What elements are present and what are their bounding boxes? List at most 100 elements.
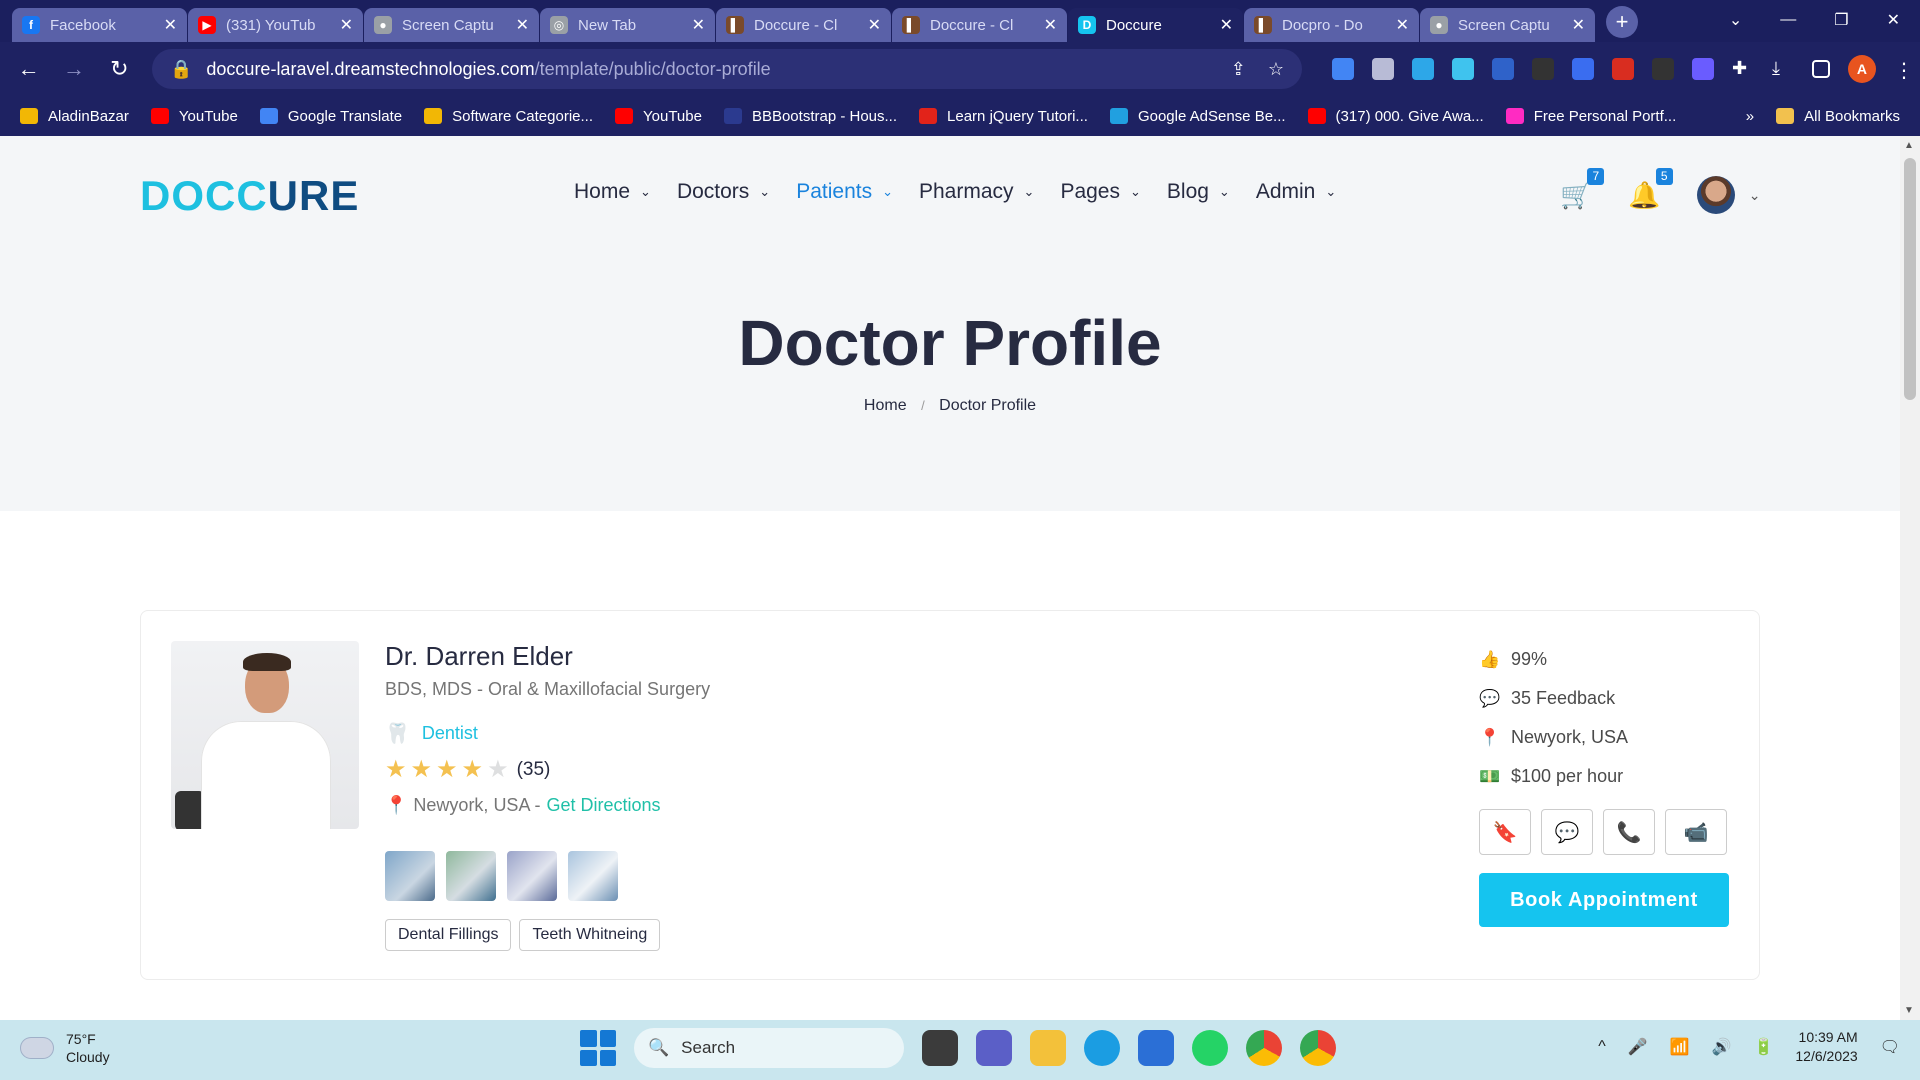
scrollbar-thumb[interactable] — [1904, 158, 1916, 400]
browser-tab[interactable]: ▶ (331) YouTub ✕ — [188, 8, 363, 42]
shield-extension-icon[interactable] — [1451, 58, 1474, 80]
task-view-icon[interactable] — [922, 1030, 958, 1066]
scroll-down-icon[interactable]: ▼ — [1904, 1005, 1914, 1016]
close-tab-icon[interactable]: ✕ — [1220, 15, 1233, 35]
minimize-button[interactable]: — — [1780, 11, 1796, 29]
close-tab-icon[interactable]: ✕ — [164, 15, 177, 35]
all-bookmarks-folder[interactable]: All Bookmarks — [1776, 108, 1900, 125]
clinic-image[interactable] — [446, 851, 496, 901]
notifications-button[interactable]: 🔔 5 — [1628, 167, 1673, 211]
taskbar-search[interactable]: 🔍 Search — [634, 1028, 904, 1068]
puzzle-icon[interactable]: ✚ — [1732, 58, 1754, 80]
pdf-extension-icon[interactable] — [1611, 58, 1634, 80]
call-button[interactable]: 📞 — [1603, 809, 1655, 855]
share-icon[interactable]: ⇪ — [1231, 59, 1246, 80]
bookmark-item[interactable]: Google AdSense Be... — [1109, 108, 1286, 125]
clock[interactable]: 10:39 AM 12/6/2023 — [1795, 1028, 1857, 1066]
bookmark-star-icon[interactable]: ☆ — [1268, 59, 1284, 80]
microphone-icon[interactable]: 🎤 — [1628, 1037, 1648, 1057]
nav-item-doctors[interactable]: Doctors ⌄ — [677, 180, 770, 204]
bookmark-button[interactable]: 🔖 — [1479, 809, 1531, 855]
site-logo[interactable]: DOCC URE — [140, 172, 359, 220]
bookmark-item[interactable]: Google Translate — [259, 108, 402, 125]
whatsapp-icon[interactable] — [1192, 1030, 1228, 1066]
volume-icon[interactable]: 🔊 — [1712, 1037, 1732, 1057]
close-tab-icon[interactable]: ✕ — [340, 15, 353, 35]
back-button[interactable]: ← — [16, 56, 41, 82]
breadcrumb-home[interactable]: Home — [864, 397, 907, 414]
pen-extension-icon[interactable] — [1651, 58, 1674, 80]
clinic-image[interactable] — [568, 851, 618, 901]
bookmarks-overflow-icon[interactable]: » — [1746, 108, 1754, 125]
close-tab-icon[interactable]: ✕ — [1044, 15, 1057, 35]
bookmark-item[interactable]: Learn jQuery Tutori... — [919, 108, 1088, 125]
translate-extension-icon[interactable] — [1331, 58, 1354, 80]
browser-tab[interactable]: ▌ Doccure - Cl ✕ — [892, 8, 1067, 42]
profile-avatar[interactable]: A — [1847, 55, 1876, 83]
close-tab-icon[interactable]: ✕ — [1396, 15, 1409, 35]
chevron-up-icon[interactable]: ^ — [1598, 1038, 1606, 1056]
tab-search-icon[interactable]: ⌄ — [1729, 10, 1742, 30]
browser-tab[interactable]: ◎ New Tab ✕ — [540, 8, 715, 42]
bookmark-item[interactable]: BBBootstrap - Hous... — [723, 108, 897, 125]
wifi-icon[interactable]: 📶 — [1670, 1037, 1690, 1057]
nav-item-blog[interactable]: Blog ⌄ — [1167, 180, 1230, 204]
chrome-profile-icon[interactable] — [1300, 1030, 1336, 1066]
zip-extension-icon[interactable] — [1491, 58, 1514, 80]
start-button[interactable] — [580, 1030, 616, 1066]
url-field[interactable]: 🔒 doccure-laravel.dreamstechnologies.com… — [151, 49, 1302, 89]
browser-tab[interactable]: ● Screen Captu ✕ — [1420, 8, 1595, 42]
chrome-icon[interactable] — [1246, 1030, 1282, 1066]
new-tab-button[interactable]: + — [1606, 6, 1638, 38]
close-tab-icon[interactable]: ✕ — [868, 15, 881, 35]
store-icon[interactable] — [1138, 1030, 1174, 1066]
teams-icon[interactable] — [976, 1030, 1012, 1066]
clinic-image[interactable] — [385, 851, 435, 901]
spark-extension-icon[interactable] — [1691, 58, 1714, 80]
clinic-image[interactable] — [507, 851, 557, 901]
get-directions-link[interactable]: Get Directions — [546, 795, 660, 816]
download-icon[interactable]: ⤓ — [1772, 58, 1794, 80]
close-tab-icon[interactable]: ✕ — [692, 15, 705, 35]
bookmark-item[interactable]: AladinBazar — [20, 108, 129, 125]
grid-extension-icon[interactable] — [1571, 58, 1594, 80]
cart-button[interactable]: 🛒 7 — [1560, 167, 1605, 211]
nav-item-pages[interactable]: Pages ⌄ — [1060, 180, 1140, 204]
browser-tab[interactable]: D Doccure ✕ — [1068, 8, 1243, 42]
bookmark-item[interactable]: YouTube — [150, 108, 238, 125]
browser-tab[interactable]: ● Screen Captu ✕ — [364, 8, 539, 42]
forward-button[interactable]: → — [61, 56, 86, 82]
book-appointment-button[interactable]: Book Appointment — [1479, 873, 1729, 927]
restore-button[interactable]: ❐ — [1834, 10, 1848, 30]
camera-extension-icon[interactable] — [1371, 58, 1394, 80]
browser-tab[interactable]: ▌ Doccure - Cl ✕ — [716, 8, 891, 42]
sidepanel-icon[interactable] — [1811, 60, 1830, 78]
nav-item-admin[interactable]: Admin ⌄ — [1256, 180, 1336, 204]
bookmark-item[interactable]: Free Personal Portf... — [1505, 108, 1676, 125]
close-window-button[interactable]: ✕ — [1887, 10, 1900, 30]
close-tab-icon[interactable]: ✕ — [1572, 15, 1585, 35]
scroll-up-icon[interactable]: ▲ — [1904, 140, 1914, 151]
file-explorer-icon[interactable] — [1030, 1030, 1066, 1066]
browser-tab[interactable]: ▌ Docpro - Do ✕ — [1244, 8, 1419, 42]
check-extension-icon[interactable] — [1411, 58, 1434, 80]
nav-item-home[interactable]: Home ⌄ — [574, 180, 651, 204]
edge-icon[interactable] — [1084, 1030, 1120, 1066]
nav-item-patients[interactable]: Patients ⌄ — [796, 180, 893, 204]
page-scrollbar[interactable]: ▲ ▼ — [1900, 136, 1920, 1020]
browser-tab[interactable]: f Facebook ✕ — [12, 8, 187, 42]
bookmark-item[interactable]: (317) 000. Give Awa... — [1307, 108, 1484, 125]
bookmark-item[interactable]: Software Categorie... — [424, 108, 593, 125]
user-menu[interactable]: ⌄ — [1696, 176, 1760, 214]
bookmark-item[interactable]: YouTube — [615, 108, 702, 125]
chat-button[interactable]: 💬 — [1541, 809, 1593, 855]
menu-dots-icon[interactable]: ⋮ — [1894, 58, 1914, 82]
nav-item-pharmacy[interactable]: Pharmacy ⌄ — [919, 180, 1034, 204]
notification-center-icon[interactable]: 🗨 — [1880, 1037, 1900, 1057]
weather-widget[interactable]: 75°F Cloudy — [20, 1030, 110, 1066]
video-call-button[interactable]: 📹 — [1665, 809, 1727, 855]
reload-button[interactable]: ↻ — [107, 56, 132, 82]
close-tab-icon[interactable]: ✕ — [516, 15, 529, 35]
car-extension-icon[interactable] — [1531, 58, 1554, 80]
battery-icon[interactable]: 🔋 — [1753, 1037, 1773, 1057]
